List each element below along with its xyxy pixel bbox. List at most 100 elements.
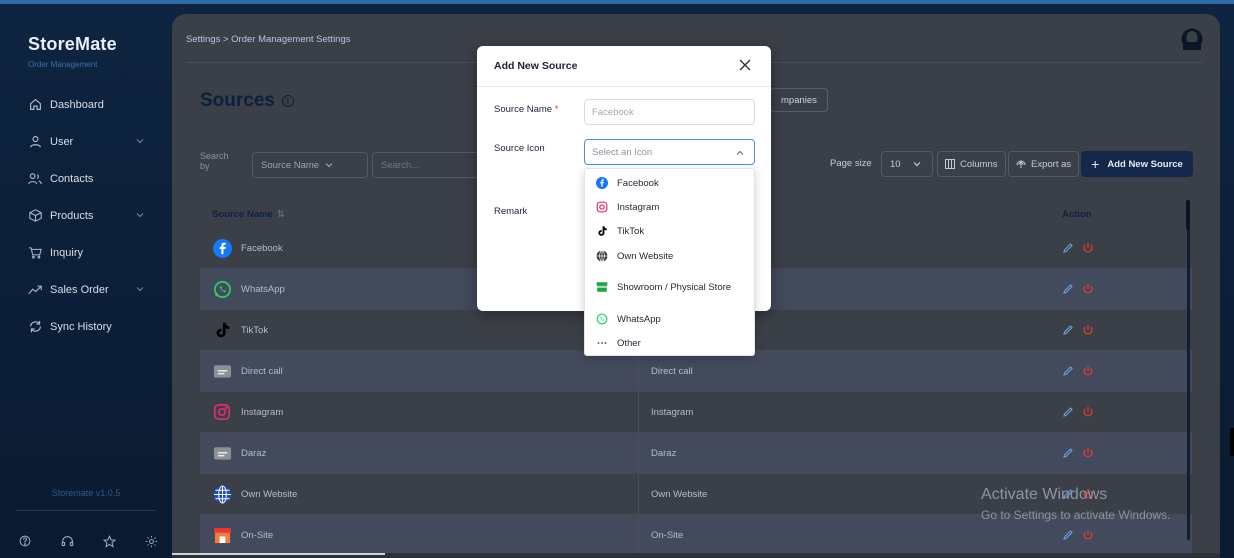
chevron-down-icon: [325, 161, 333, 169]
edit-icon[interactable]: [1062, 529, 1074, 541]
sidebar-footer-icons: [18, 534, 158, 548]
chevron-down-icon: [136, 210, 144, 218]
source-name: WhatsApp: [241, 283, 285, 295]
power-icon[interactable]: [1082, 242, 1094, 254]
power-icon[interactable]: [1082, 324, 1094, 336]
info-icon[interactable]: i: [281, 95, 294, 107]
icon-option-whatsapp[interactable]: WhatsApp: [585, 312, 754, 326]
table-scrollbar[interactable]: [1187, 200, 1190, 540]
source-display: Daraz: [651, 447, 677, 459]
avatar[interactable]: [1181, 28, 1203, 50]
table-row[interactable]: Direct call Direct call: [200, 351, 1192, 392]
icon-option-other[interactable]: Other: [585, 336, 754, 350]
user-icon: [28, 135, 42, 149]
chevron-down-icon: [136, 136, 144, 144]
column-divider: [638, 474, 639, 514]
search-field-select[interactable]: Source Name: [252, 152, 368, 178]
sidebar-item-contacts[interactable]: Contacts: [0, 160, 172, 197]
option-label: Facebook: [617, 177, 659, 189]
tiktok-icon: [212, 320, 232, 340]
facebook-icon: [212, 238, 232, 258]
gear-icon[interactable]: [144, 534, 158, 548]
sidebar-divider: [16, 510, 156, 511]
edit-icon[interactable]: [1062, 406, 1074, 418]
more-icon: [596, 337, 608, 349]
option-label: Instagram: [617, 201, 660, 213]
sidebar-item-label: User: [50, 135, 74, 148]
power-icon[interactable]: [1082, 365, 1094, 377]
icon-option-facebook[interactable]: Facebook: [585, 176, 754, 190]
source-name: On-Site: [241, 529, 274, 541]
column-divider: [638, 351, 639, 391]
edit-icon[interactable]: [1062, 447, 1074, 459]
add-new-source-button[interactable]: + Add New Source: [1081, 151, 1193, 177]
sidebar-item-sync-history[interactable]: Sync History: [0, 308, 172, 345]
search-by-label: Search by: [200, 151, 229, 171]
sidebar-item-sales-order[interactable]: Sales Order: [0, 271, 172, 308]
source-name-input[interactable]: Facebook: [584, 99, 755, 125]
source-name: Instagram: [241, 406, 284, 418]
tiktok-icon: [596, 225, 608, 237]
edit-icon[interactable]: [1062, 365, 1074, 377]
power-icon[interactable]: [1082, 406, 1094, 418]
instagram-icon: [212, 402, 232, 422]
close-icon[interactable]: [738, 58, 752, 72]
option-label: TikTok: [617, 225, 645, 237]
breadcrumb[interactable]: Settings > Order Management Settings: [186, 34, 351, 45]
export-label: Export as: [1031, 158, 1072, 170]
contacts-icon: [28, 172, 42, 186]
icon-option-showroom[interactable]: Showroom / Physical Store: [585, 273, 754, 301]
folder-icon: [212, 361, 232, 381]
export-button[interactable]: Export as: [1008, 151, 1080, 177]
power-icon[interactable]: [1082, 447, 1094, 459]
page-size-value: 10: [890, 158, 901, 170]
icon-option-tiktok[interactable]: TikTok: [585, 224, 754, 238]
bottom-strip-mark: [172, 553, 385, 555]
sidebar-item-label: Sales Order: [50, 283, 109, 296]
option-label: Other: [617, 337, 641, 349]
edit-icon[interactable]: [1062, 324, 1074, 336]
page-title: Sources i: [200, 90, 294, 112]
power-icon[interactable]: [1082, 283, 1094, 295]
brand-logo: StoreMate: [28, 34, 117, 54]
source-display: Instagram: [651, 406, 694, 418]
columns-label: Columns: [960, 158, 998, 170]
columns-button[interactable]: Columns: [937, 151, 1006, 177]
power-icon[interactable]: [1082, 529, 1094, 541]
page-size-select[interactable]: 10: [881, 151, 933, 177]
export-icon: [1016, 159, 1026, 169]
store-icon: [212, 525, 232, 545]
table-row[interactable]: Instagram Instagram: [200, 392, 1192, 433]
headset-icon[interactable]: [60, 534, 74, 548]
help-icon[interactable]: [18, 534, 32, 548]
source-name: Own Website: [241, 488, 298, 500]
sidebar-item-user[interactable]: User: [0, 123, 172, 160]
source-name: Facebook: [241, 242, 283, 254]
sidebar-item-label: Dashboard: [50, 98, 104, 111]
sidebar-item-products[interactable]: Products: [0, 197, 172, 234]
edit-icon[interactable]: [1062, 283, 1074, 295]
bottom-strip: [172, 553, 1220, 558]
row-actions: [1062, 324, 1102, 336]
source-display: Own Website: [651, 488, 708, 500]
source-icon-label: Source Icon: [494, 143, 545, 154]
table-row[interactable]: Daraz Daraz: [200, 433, 1192, 474]
edit-icon[interactable]: [1062, 242, 1074, 254]
sidebar-item-dashboard[interactable]: Dashboard: [0, 86, 172, 123]
star-icon[interactable]: [102, 534, 116, 548]
sync-icon: [28, 320, 42, 334]
row-actions: [1062, 447, 1102, 459]
icon-option-own-website[interactable]: Own Website: [585, 249, 754, 263]
sidebar-item-inquiry[interactable]: Inquiry: [0, 234, 172, 271]
source-icon-select[interactable]: Select an Icon: [584, 139, 755, 165]
page-size-label: Page size: [830, 158, 872, 169]
search-field-value: Source Name: [261, 159, 320, 171]
sidebar-nav: Dashboard User Contacts Products Inquiry…: [0, 86, 172, 345]
option-label: WhatsApp: [617, 313, 661, 325]
column-divider: [638, 515, 639, 555]
facebook-icon: [596, 177, 608, 189]
scrollbar-thumb[interactable]: [1186, 200, 1190, 230]
icon-option-instagram[interactable]: Instagram: [585, 200, 754, 214]
companies-button[interactable]: mpanies: [770, 88, 828, 112]
sort-icon[interactable]: ⇅: [277, 209, 285, 220]
